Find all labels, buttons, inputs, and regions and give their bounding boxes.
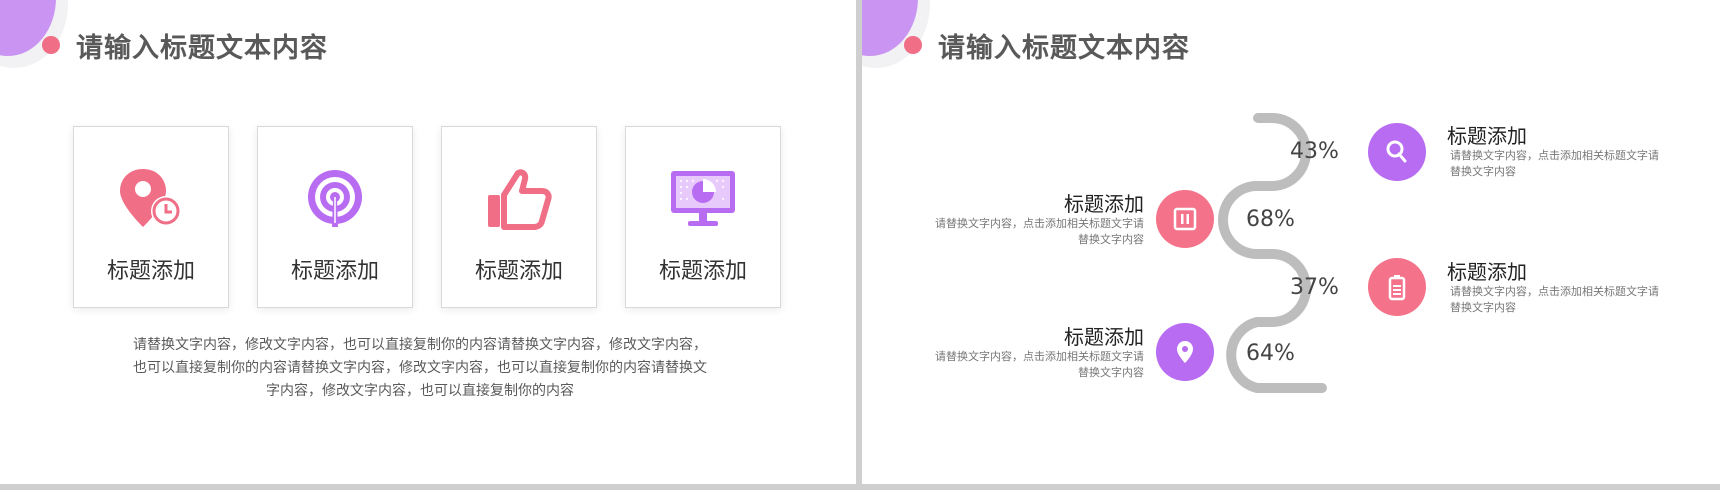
feature-card: 标题添加 bbox=[441, 126, 597, 308]
slide-title: 请输入标题文本内容 bbox=[76, 33, 328, 64]
card-label: 标题添加 bbox=[290, 259, 379, 284]
description-text: 请替换文字内容，修改文字内容，也可以直接复制你的内容请替换文字内容，修改文字内容… bbox=[133, 337, 707, 399]
card-label: 标题添加 bbox=[474, 259, 563, 284]
feature-card: 标题添加 bbox=[625, 126, 781, 308]
item-desc: 请替换文字内容，点击添加相关标题文字请替换文字内容 bbox=[935, 350, 1144, 379]
item-desc: 请替换文字内容，点击添加相关标题文字请替换文字内容 bbox=[1450, 285, 1659, 314]
map-pin-icon bbox=[1177, 341, 1193, 363]
card-label: 标题添加 bbox=[106, 259, 195, 284]
item-desc: 请替换文字内容，点击添加相关标题文字请替换文字内容 bbox=[1450, 149, 1659, 178]
percent-label: 43% bbox=[1290, 139, 1339, 164]
item-title: 标题添加 bbox=[1064, 325, 1144, 349]
item-icon-circle bbox=[1368, 258, 1426, 316]
item-title: 标题添加 bbox=[1064, 192, 1144, 216]
card-label: 标题添加 bbox=[658, 259, 747, 284]
battery-icon bbox=[1388, 275, 1406, 301]
feature-card: 标题添加 bbox=[257, 126, 413, 308]
monitor-chart-icon bbox=[671, 171, 735, 226]
location-clock-icon bbox=[120, 169, 181, 227]
slide-left: 请输入标题文本内容 标题添加 标题添加 标题添加 标题添加 请替换文字内容，修改… bbox=[0, 0, 856, 484]
percent-label: 68% bbox=[1246, 207, 1295, 232]
pause-icon bbox=[1173, 207, 1197, 231]
item-icon-circle bbox=[1156, 190, 1214, 248]
percent-label: 64% bbox=[1246, 341, 1295, 366]
title-dot bbox=[42, 36, 60, 54]
slide-right: 请输入标题文本内容 43% 68% 37% 64% 标题添加 请替换文字内容，点… bbox=[862, 0, 1720, 484]
item-icon-circle bbox=[1368, 123, 1426, 181]
signal-broadcast-icon bbox=[308, 170, 362, 227]
percent-label: 37% bbox=[1290, 275, 1339, 300]
search-icon bbox=[1386, 140, 1407, 163]
item-icon-circle bbox=[1156, 323, 1214, 381]
feature-card: 标题添加 bbox=[73, 126, 229, 308]
item-title: 标题添加 bbox=[1447, 260, 1527, 284]
item-title: 标题添加 bbox=[1447, 124, 1527, 148]
item-desc: 请替换文字内容，点击添加相关标题文字请替换文字内容 bbox=[935, 217, 1144, 246]
thumbs-up-icon bbox=[488, 169, 552, 230]
